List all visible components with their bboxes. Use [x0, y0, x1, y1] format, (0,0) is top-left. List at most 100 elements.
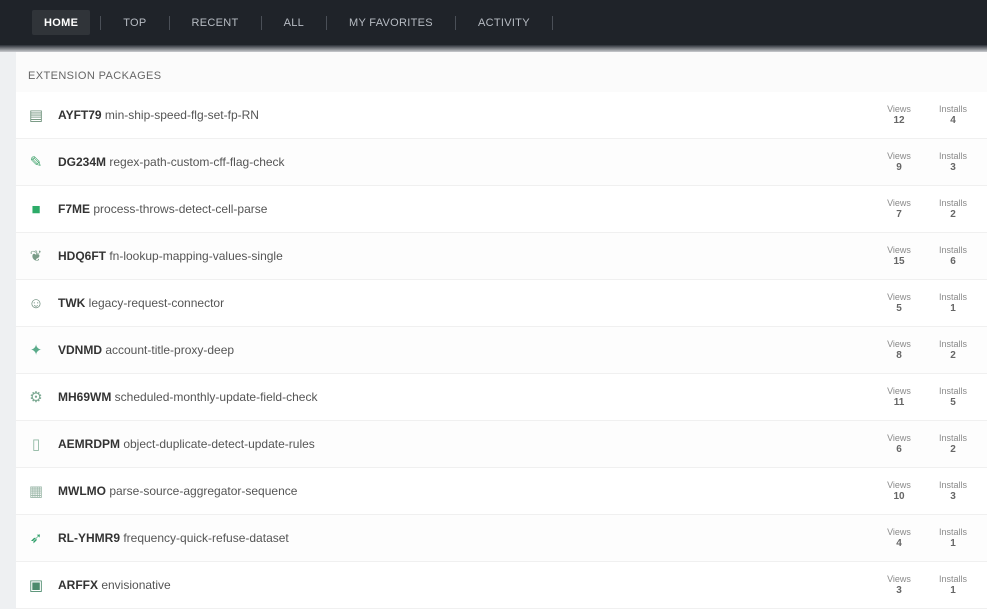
views-stat: Views 8	[871, 338, 927, 362]
installs-count: 2	[950, 350, 956, 361]
installs-stat: Installs 2	[927, 432, 979, 456]
installs-stat: Installs 1	[927, 573, 979, 597]
package-list: ▤ AYFT79 min-ship-speed-flg-set-fp-RN View…	[16, 92, 987, 609]
installs-count: 3	[950, 491, 956, 502]
views-stat: Views 11	[871, 385, 927, 409]
views-count: 12	[893, 115, 905, 126]
views-stat: Views 3	[871, 573, 927, 597]
views-label: Views	[887, 527, 911, 537]
item-description: account-title-proxy-deep	[102, 343, 235, 357]
item-code: VDNMD	[58, 343, 102, 357]
installs-count: 4	[950, 115, 956, 126]
nav-divider	[551, 15, 553, 30]
views-count: 15	[893, 256, 905, 267]
gear-icon: ⚙	[29, 389, 43, 406]
views-stat: Views 15	[871, 244, 927, 268]
item-description: parse-source-aggregator-sequence	[105, 484, 298, 498]
views-count: 5	[896, 303, 902, 314]
views-stat: Views 9	[871, 150, 927, 174]
views-count: 4	[896, 538, 902, 549]
nav-item-all[interactable]: ALL	[262, 0, 326, 45]
item-description: object-duplicate-detect-update-rules	[120, 437, 315, 451]
installs-stat: Installs 6	[927, 244, 979, 268]
installs-stat: Installs 2	[927, 197, 979, 221]
list-item[interactable]: ➶ RL-YHMR9 frequency-quick-refuse-dataset…	[16, 515, 987, 562]
installs-stat: Installs 3	[927, 479, 979, 503]
item-code: TWK	[58, 296, 86, 310]
installs-label: Installs	[938, 292, 967, 302]
item-code: RL-YHMR9	[58, 531, 120, 545]
installs-count: 1	[950, 538, 956, 549]
list-item-label: ARFFX envisionative	[58, 578, 871, 592]
views-label: Views	[887, 292, 911, 302]
views-count: 7	[896, 209, 902, 220]
views-count: 11	[893, 397, 905, 408]
item-code: AEMRDPM	[58, 437, 120, 451]
nav-item-top[interactable]: TOP	[101, 0, 168, 45]
installs-label: Installs	[938, 339, 967, 349]
star-icon: ✦	[29, 342, 43, 359]
item-description: fn-lookup-mapping-values-single	[106, 249, 283, 263]
list-item-label: DG234M regex-path-custom-cff-flag-check	[58, 155, 871, 169]
page-icon: ▯	[31, 436, 41, 453]
views-label: Views	[887, 104, 911, 114]
installs-count: 6	[950, 256, 956, 267]
list-item[interactable]: ▣ ARFFX envisionative Views 3 Installs 1	[16, 562, 987, 609]
views-stat: Views 6	[871, 432, 927, 456]
arrow-icon: ➶	[29, 530, 43, 547]
views-label: Views	[887, 245, 911, 255]
item-description: scheduled-monthly-update-field-check	[111, 390, 318, 404]
views-stat: Views 12	[871, 103, 927, 127]
list-item[interactable]: ▦ MWLMO parse-source-aggregator-sequence V…	[16, 468, 987, 515]
views-count: 8	[896, 350, 902, 361]
nav-item-my-favorites[interactable]: MY FAVORITES	[327, 0, 455, 45]
list-item[interactable]: ✎ DG234M regex-path-custom-cff-flag-check…	[16, 139, 987, 186]
list-item[interactable]: ❦ HDQ6FT fn-lookup-mapping-values-single V…	[16, 233, 987, 280]
item-code: HDQ6FT	[58, 249, 106, 263]
item-description: min-ship-speed-flg-set-fp-RN	[101, 108, 259, 122]
installs-stat: Installs 3	[927, 150, 979, 174]
views-label: Views	[887, 574, 911, 584]
leaf-icon: ❦	[29, 248, 43, 265]
item-description: frequency-quick-refuse-dataset	[120, 531, 289, 545]
installs-stat: Installs 5	[927, 385, 979, 409]
item-description: envisionative	[98, 578, 171, 592]
list-item[interactable]: ■ F7ME process-throws-detect-cell-parse Vi…	[16, 186, 987, 233]
installs-stat: Installs 2	[927, 338, 979, 362]
list-item-label: F7ME process-throws-detect-cell-parse	[58, 202, 871, 216]
wand-icon: ✎	[29, 154, 43, 171]
item-code: DG234M	[58, 155, 107, 169]
top-navigation-bar: HOME TOP RECENT ALL MY FAVORITES ACTIVIT…	[0, 0, 987, 52]
list-item[interactable]: ✦ VDNMD account-title-proxy-deep Views 8 Ins…	[16, 327, 987, 374]
nav-item-home[interactable]: HOME	[22, 0, 100, 45]
item-description: process-throws-detect-cell-parse	[90, 202, 268, 216]
installs-label: Installs	[938, 198, 967, 208]
list-item[interactable]: ☺ TWK legacy-request-connector Views 5 Insta…	[16, 280, 987, 327]
nav-item-activity[interactable]: ACTIVITY	[456, 0, 552, 45]
list-item-label: TWK legacy-request-connector	[58, 296, 871, 310]
views-stat: Views 4	[871, 526, 927, 550]
installs-label: Installs	[938, 151, 967, 161]
item-code: MWLMO	[58, 484, 106, 498]
installs-label: Installs	[938, 433, 967, 443]
nav-item-recent[interactable]: RECENT	[170, 0, 261, 45]
list-item-label: HDQ6FT fn-lookup-mapping-values-single	[58, 249, 871, 263]
list-item-label: MH69WM scheduled-monthly-update-field-ch…	[58, 390, 871, 404]
installs-count: 1	[950, 303, 956, 314]
views-count: 6	[896, 444, 902, 455]
user-icon: ☺	[28, 294, 44, 312]
views-stat: Views 5	[871, 291, 927, 315]
list-item-label: MWLMO parse-source-aggregator-sequence	[58, 484, 871, 498]
list-item-label: VDNMD account-title-proxy-deep	[58, 343, 871, 357]
list-item-label: AEMRDPM object-duplicate-detect-update-r…	[58, 437, 871, 451]
stack-icon: ▣	[28, 577, 44, 594]
list-item-label: RL-YHMR9 frequency-quick-refuse-dataset	[58, 531, 871, 545]
installs-label: Installs	[938, 527, 967, 537]
list-item[interactable]: ⚙ MH69WM scheduled-monthly-update-field-c…	[16, 374, 987, 421]
item-description: regex-path-custom-cff-flag-check	[106, 155, 285, 169]
item-code: MH69WM	[58, 390, 112, 404]
installs-count: 2	[950, 444, 956, 455]
views-label: Views	[887, 339, 911, 349]
list-item[interactable]: ▯ AEMRDPM object-duplicate-detect-update-…	[16, 421, 987, 468]
list-item[interactable]: ▤ AYFT79 min-ship-speed-flg-set-fp-RN View…	[16, 92, 987, 139]
